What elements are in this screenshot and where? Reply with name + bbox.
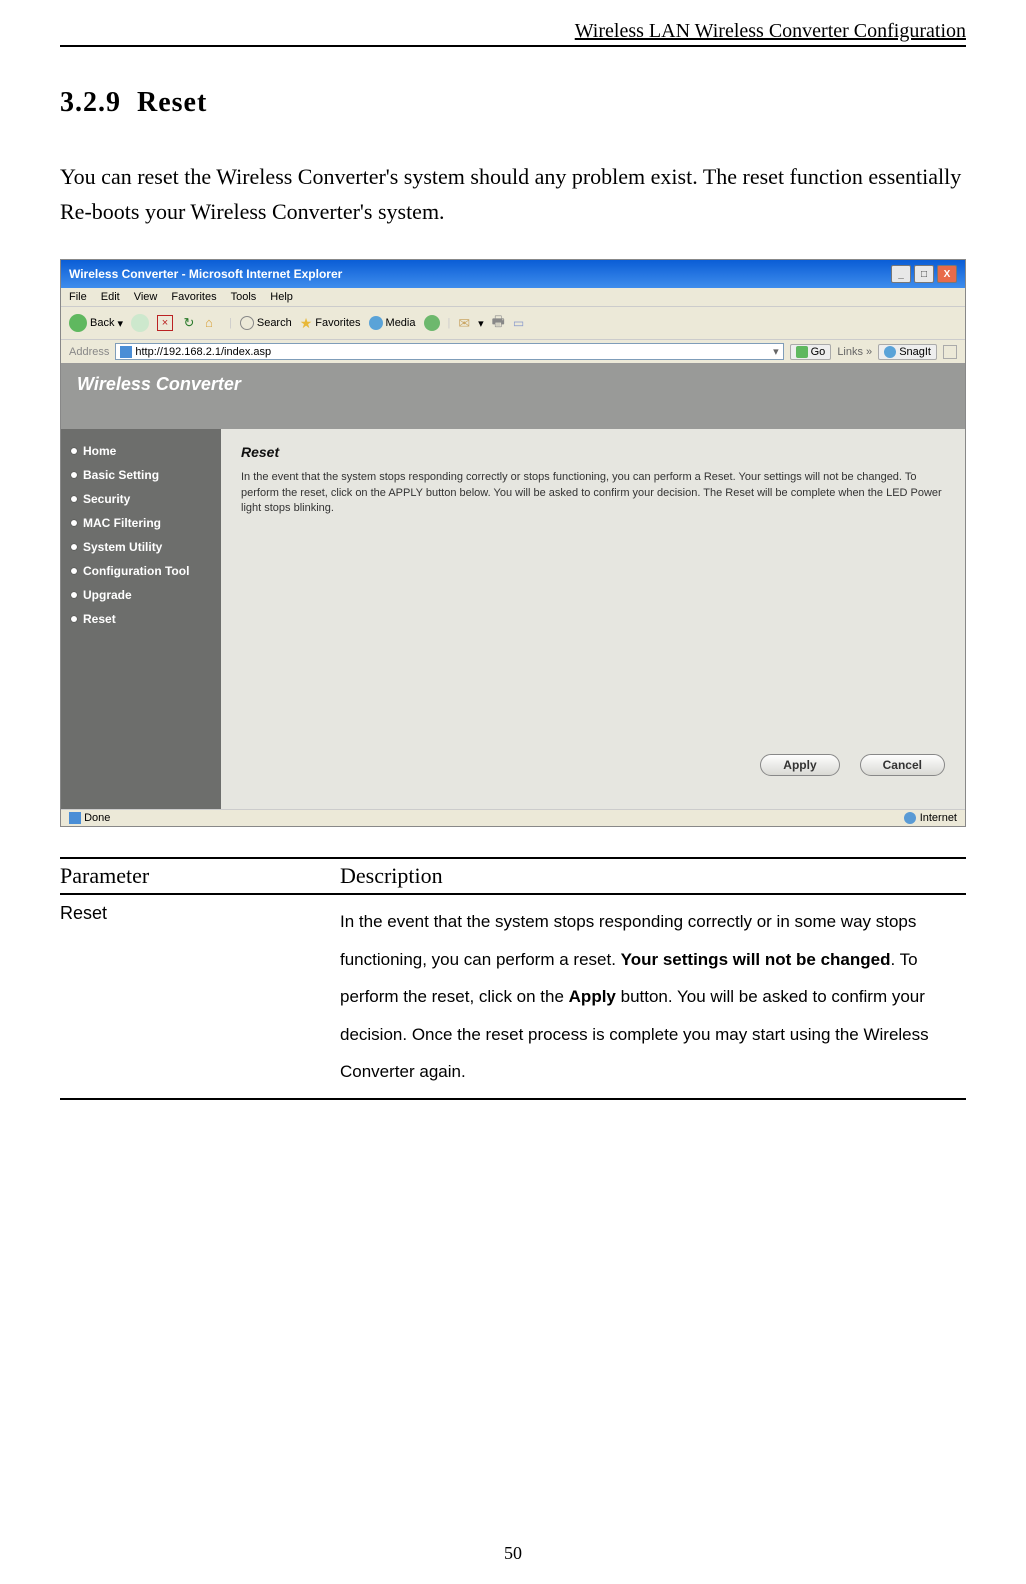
links-label[interactable]: Links » xyxy=(837,346,872,358)
address-input[interactable]: http://192.168.2.1/index.asp ▾ xyxy=(115,343,783,360)
desc-bold: Apply xyxy=(569,987,616,1006)
section-name: Reset xyxy=(137,87,207,118)
address-url-text: http://192.168.2.1/index.asp xyxy=(135,346,271,358)
app-banner: Wireless Converter xyxy=(61,364,965,429)
page-icon xyxy=(69,812,81,824)
go-button[interactable]: Go xyxy=(790,344,832,360)
running-header: Wireless LAN Wireless Converter Configur… xyxy=(60,20,966,47)
param-cell-description: In the event that the system stops respo… xyxy=(340,894,966,1099)
status-right: Internet xyxy=(904,812,957,824)
forward-icon[interactable] xyxy=(131,314,149,332)
cancel-button[interactable]: Cancel xyxy=(860,754,945,776)
bullet-icon xyxy=(71,472,77,478)
back-label: Back xyxy=(90,317,114,329)
status-zone-text: Internet xyxy=(920,812,957,824)
sidebar-item-basic-setting[interactable]: Basic Setting xyxy=(67,463,215,487)
sidebar-item-upgrade[interactable]: Upgrade xyxy=(67,583,215,607)
bullet-icon xyxy=(71,568,77,574)
search-icon xyxy=(240,316,254,330)
address-label: Address xyxy=(69,346,109,358)
bullet-icon xyxy=(71,544,77,550)
menu-file[interactable]: File xyxy=(69,291,87,303)
page-icon xyxy=(120,346,132,358)
status-done-text: Done xyxy=(84,812,110,824)
table-header-description: Description xyxy=(340,858,966,894)
sidebar-label: Reset xyxy=(83,612,116,626)
sidebar-label: MAC Filtering xyxy=(83,516,161,530)
param-cell-name: Reset xyxy=(60,894,340,1099)
sidebar-item-reset[interactable]: Reset xyxy=(67,607,215,631)
main-content: Reset In the event that the system stops… xyxy=(221,429,965,809)
sidebar-label: Upgrade xyxy=(83,588,132,602)
browser-toolbar: Back ▾ × ↻ ⌂ | Search ★ Favorites Media … xyxy=(61,307,965,340)
search-button[interactable]: Search xyxy=(240,316,292,330)
favorites-icon: ★ xyxy=(300,315,313,332)
media-button[interactable]: Media xyxy=(369,316,416,330)
status-left: Done xyxy=(69,812,110,824)
close-button[interactable]: X xyxy=(937,265,957,283)
bullet-icon xyxy=(71,448,77,454)
back-button[interactable]: Back ▾ xyxy=(69,314,123,332)
sidebar-item-mac-filtering[interactable]: MAC Filtering xyxy=(67,511,215,535)
parameter-table: Parameter Description Reset In the event… xyxy=(60,857,966,1100)
sidebar-label: System Utility xyxy=(83,540,162,554)
search-label: Search xyxy=(257,317,292,329)
sidebar-item-home[interactable]: Home xyxy=(67,439,215,463)
sidebar-item-configuration-tool[interactable]: Configuration Tool xyxy=(67,559,215,583)
menu-edit[interactable]: Edit xyxy=(101,291,120,303)
sidebar-item-system-utility[interactable]: System Utility xyxy=(67,535,215,559)
menu-view[interactable]: View xyxy=(134,291,158,303)
content-description: In the event that the system stops respo… xyxy=(241,470,945,516)
go-icon xyxy=(796,346,808,358)
window-title-text: Wireless Converter - Microsoft Internet … xyxy=(69,267,342,281)
menu-help[interactable]: Help xyxy=(270,291,293,303)
status-bar: Done Internet xyxy=(61,809,965,826)
zone-icon xyxy=(904,812,916,824)
menubar: File Edit View Favorites Tools Help xyxy=(61,288,965,307)
bullet-icon xyxy=(71,496,77,502)
snagit-icon xyxy=(884,346,896,358)
history-icon[interactable] xyxy=(424,315,440,331)
sidebar-label: Configuration Tool xyxy=(83,564,189,578)
edit-icon[interactable]: ▭ xyxy=(513,316,524,330)
bullet-icon xyxy=(71,520,77,526)
menu-favorites[interactable]: Favorites xyxy=(171,291,216,303)
section-heading: 3.2.9 Reset xyxy=(60,87,966,119)
mail-icon[interactable]: ✉ xyxy=(458,315,470,332)
intro-paragraph: You can reset the Wireless Converter's s… xyxy=(60,159,966,229)
sidebar-nav: Home Basic Setting Security MAC Filterin… xyxy=(61,429,221,809)
minimize-button[interactable]: _ xyxy=(891,265,911,283)
bullet-icon xyxy=(71,616,77,622)
sidebar-item-security[interactable]: Security xyxy=(67,487,215,511)
window-titlebar: Wireless Converter - Microsoft Internet … xyxy=(61,260,965,288)
sidebar-label: Security xyxy=(83,492,130,506)
sidebar-label: Home xyxy=(83,444,116,458)
stop-icon[interactable]: × xyxy=(157,315,173,331)
maximize-button[interactable]: □ xyxy=(914,265,934,283)
bullet-icon xyxy=(71,592,77,598)
section-number: 3.2.9 xyxy=(60,87,121,118)
apply-button[interactable]: Apply xyxy=(760,754,839,776)
embedded-screenshot: Wireless Converter - Microsoft Internet … xyxy=(60,259,966,827)
media-label: Media xyxy=(386,317,416,329)
media-icon xyxy=(369,316,383,330)
refresh-icon[interactable]: ↻ xyxy=(181,315,197,331)
favorites-label: Favorites xyxy=(315,317,360,329)
snagit-label: SnagIt xyxy=(899,346,931,358)
desc-bold: Your settings will not be changed xyxy=(621,950,891,969)
table-row: Reset In the event that the system stops… xyxy=(60,894,966,1099)
home-icon[interactable]: ⌂ xyxy=(205,315,221,331)
snagit-extra-icon[interactable] xyxy=(943,345,957,359)
page-number: 50 xyxy=(0,1543,1026,1564)
go-label: Go xyxy=(811,346,826,358)
content-heading: Reset xyxy=(241,444,945,460)
snagit-button[interactable]: SnagIt xyxy=(878,344,937,360)
favorites-button[interactable]: ★ Favorites xyxy=(300,315,361,332)
table-header-parameter: Parameter xyxy=(60,858,340,894)
address-bar: Address http://192.168.2.1/index.asp ▾ G… xyxy=(61,340,965,364)
sidebar-label: Basic Setting xyxy=(83,468,159,482)
menu-tools[interactable]: Tools xyxy=(231,291,257,303)
print-icon[interactable]: 🖶 xyxy=(492,311,505,335)
back-icon xyxy=(69,314,87,332)
